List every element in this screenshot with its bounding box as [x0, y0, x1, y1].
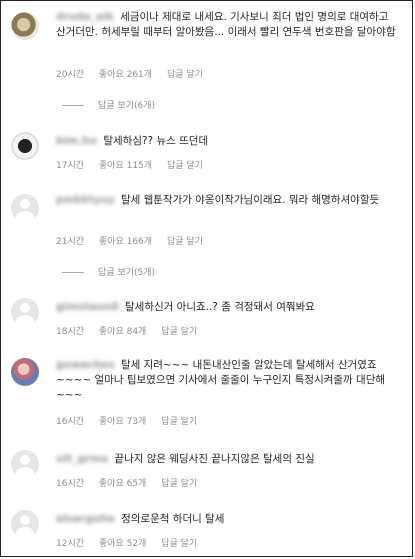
- comment-body: gowaches 탈세 지려~~~ 내돈내산인줄 알았는데 탈세해서 산거였죠~…: [56, 358, 401, 403]
- like-count[interactable]: 좋아요 84개: [99, 327, 146, 337]
- comment-body: alsarguhe 정의로운척 하더니 탈세: [56, 512, 401, 527]
- comment-meta: 17시간 좋아요 115개 답글 달기: [56, 158, 215, 171]
- avatar[interactable]: [11, 450, 39, 478]
- timestamp: 16시간: [56, 479, 85, 489]
- reply-button[interactable]: 답글 달기: [161, 539, 197, 549]
- comment-text: 끝나지 않은 웨딩사진 끝나지않은 탈세의 진실: [114, 453, 315, 465]
- timestamp: 12시간: [56, 539, 85, 549]
- username[interactable]: pmkktyuy: [56, 193, 115, 208]
- avatar[interactable]: [11, 298, 39, 326]
- view-replies-button[interactable]: 답글 보기(6개): [62, 98, 155, 111]
- comment-meta: 16시간 좋아요 65개 답글 달기: [56, 476, 209, 489]
- reply-button[interactable]: 답글 달기: [161, 417, 197, 427]
- comment-body: pmkktyuy 탈세 웹툰작가가 야옹이작가님이래요. 뭐라 해명하셔야할듯: [56, 193, 401, 208]
- like-count[interactable]: 좋아요 65개: [99, 479, 146, 489]
- timestamp: 17시간: [56, 161, 85, 171]
- username[interactable]: gimstaun0: [56, 300, 119, 315]
- comment-meta: 12시간 좋아요 52개 답글 달기: [56, 536, 209, 549]
- avatar[interactable]: [11, 132, 39, 160]
- screenshot-frame: [0, 0, 413, 557]
- comment-text: 탈세 웹툰작가가 야옹이작가님이래요. 뭐라 해명하셔야할듯: [120, 194, 380, 206]
- comment-body: gimstaun0 탈세하신거 아니죠..? 좀 걱정돼서 여쭤봐요: [56, 300, 401, 315]
- username[interactable]: drudo_alk: [56, 10, 114, 25]
- replies-divider: [62, 272, 84, 273]
- username[interactable]: gowaches: [56, 358, 115, 373]
- comment-text: 정의로운척 하더니 탈세: [121, 513, 225, 525]
- comment-body: bim.hu 탈세하심?? 뉴스 뜨던데: [56, 134, 401, 149]
- avatar[interactable]: [11, 12, 39, 40]
- comment-meta: 21시간 좋아요 166개 답글 달기: [56, 234, 215, 247]
- like-count[interactable]: 좋아요 73개: [99, 417, 146, 427]
- like-count[interactable]: 좋아요 115개: [99, 161, 152, 171]
- comment-body: drudo_alk 세금이나 제대로 내세요. 기사보니 죄더 법인 명의로 대…: [56, 10, 401, 40]
- username[interactable]: alsarguhe: [56, 512, 115, 527]
- comment-text: 탈세하신거 아니죠..? 좀 걱정돼서 여쭤봐요: [125, 301, 315, 313]
- comment-text: 탈세하심?? 뉴스 뜨던데: [103, 135, 209, 147]
- comment-body: ult_grma 끝나지 않은 웨딩사진 끝나지않은 탈세의 진실: [56, 452, 401, 467]
- avatar[interactable]: [11, 358, 39, 386]
- timestamp: 18시간: [56, 327, 85, 337]
- reply-button[interactable]: 답글 달기: [161, 479, 197, 489]
- username[interactable]: ult_grma: [56, 452, 108, 467]
- timestamp: 20시간: [56, 70, 85, 80]
- view-replies-label[interactable]: 답글 보기(5개): [98, 268, 155, 278]
- avatar[interactable]: [11, 510, 39, 538]
- view-replies-label[interactable]: 답글 보기(6개): [98, 101, 155, 111]
- reply-button[interactable]: 답글 달기: [167, 237, 203, 247]
- like-count[interactable]: 좋아요 166개: [99, 237, 152, 247]
- replies-divider: [62, 105, 84, 106]
- reply-button[interactable]: 답글 달기: [161, 327, 197, 337]
- like-count[interactable]: 좋아요 52개: [99, 539, 146, 549]
- like-count[interactable]: 좋아요 261개: [99, 70, 152, 80]
- reply-button[interactable]: 답글 달기: [167, 70, 203, 80]
- comment-meta: 18시간 좋아요 84개 답글 달기: [56, 324, 209, 337]
- username[interactable]: bim.hu: [56, 134, 97, 149]
- comment-meta: 16시간 좋아요 73개 답글 달기: [56, 414, 209, 427]
- timestamp: 16시간: [56, 417, 85, 427]
- view-replies-button[interactable]: 답글 보기(5개): [62, 265, 155, 278]
- timestamp: 21시간: [56, 237, 85, 247]
- comment-meta: 20시간 좋아요 261개 답글 달기: [56, 67, 215, 80]
- reply-button[interactable]: 답글 달기: [167, 161, 203, 171]
- avatar[interactable]: [11, 194, 39, 222]
